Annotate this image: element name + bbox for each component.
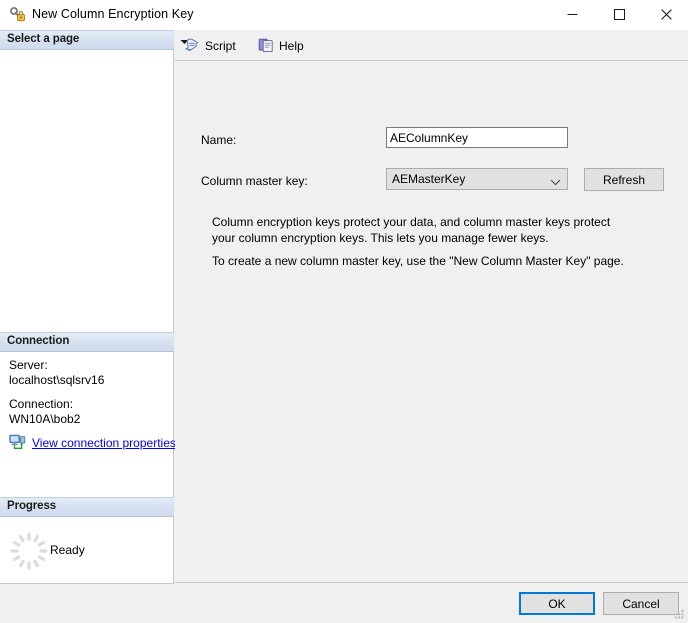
name-input[interactable] [386,127,568,148]
script-label: Script [205,38,236,53]
maximize-button[interactable] [596,0,642,29]
maximize-icon [596,9,642,20]
connection-user-value: WN10A\bob2 [9,412,81,426]
progress-status: Ready [50,543,85,557]
server-connection-icon [9,434,26,451]
form-area: Name: Column master key: AEMasterKey Ref… [175,61,688,583]
key-lock-icon [9,6,26,23]
toolbar: Script Help [175,30,688,61]
close-icon [643,9,688,20]
minimize-icon [549,9,595,20]
right-panel: Script Help Name: AEColumnKey Column mas… [175,30,688,584]
chevron-down-icon [550,175,561,189]
loading-spinner-icon [9,531,49,571]
connection-user-label: Connection: [9,397,74,411]
minimize-button[interactable] [549,0,595,29]
progress-section: Ready [0,517,174,583]
cancel-button[interactable]: Cancel [603,592,679,615]
view-connection-properties-link[interactable]: View connection properties [9,434,176,451]
help-button[interactable]: Help [256,35,306,56]
dialog-content: Select a page Connection Server: localho… [0,30,688,623]
connection-header: Connection [0,332,174,352]
ok-button[interactable]: OK [519,592,595,615]
sidebar: Select a page Connection Server: localho… [0,30,176,584]
column-master-key-dropdown[interactable]: AEMasterKey [386,168,568,190]
select-a-page-header: Select a page [0,30,174,50]
close-button[interactable] [643,0,688,29]
description-paragraph-1: Column encryption keys protect your data… [212,215,611,245]
connection-label: Connection [7,335,70,347]
refresh-button[interactable]: Refresh [584,168,664,191]
progress-label: Progress [7,500,57,512]
view-connection-properties-label[interactable]: View connection properties [32,436,176,450]
column-master-key-label: Column master key: [201,174,308,188]
progress-header: Progress [0,497,174,517]
column-master-key-value: AEMasterKey [392,172,466,186]
description-paragraph-2: To create a new column master key, use t… [212,254,624,268]
help-pages-icon [258,37,275,54]
resize-grip[interactable] [673,608,685,620]
script-button[interactable]: Script [182,35,238,56]
script-scroll-icon [184,37,201,54]
server-label: Server: [9,358,48,372]
name-label: Name: [201,133,237,147]
select-a-page-label: Select a page [7,33,80,45]
help-label: Help [279,38,304,53]
server-value: localhost\sqlsrv16 [9,373,105,387]
title-bar: New Column Encryption Key [0,0,688,31]
window-title: New Column Encryption Key [32,7,194,21]
